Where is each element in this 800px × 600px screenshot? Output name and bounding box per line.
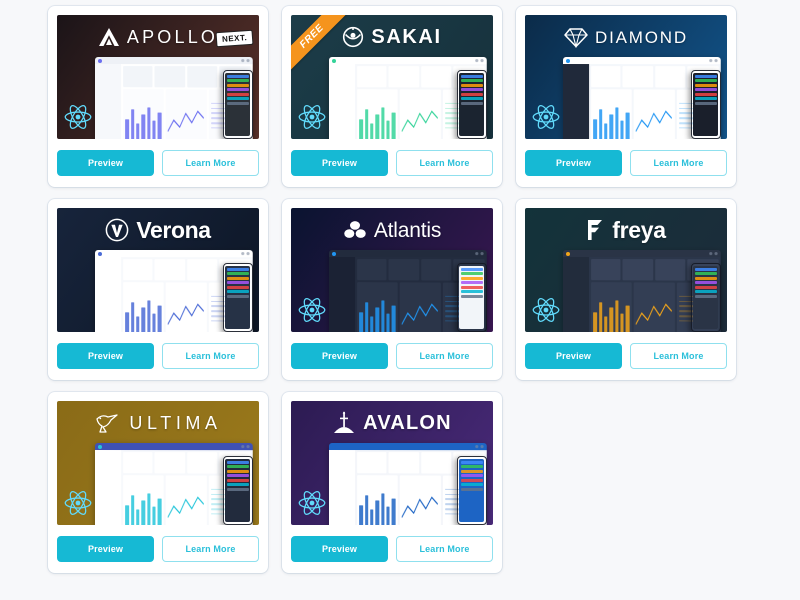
react-logo-icon — [63, 488, 93, 518]
template-card-apollo[interactable]: APOLLO NEXT. Preview Learn More — [48, 6, 268, 187]
phone-screenshot-mock — [457, 70, 487, 139]
template-thumbnail-freya[interactable]: freya — [525, 208, 727, 332]
template-thumbnail-ultima[interactable]: ULTIMA — [57, 401, 259, 525]
learn-more-button[interactable]: Learn More — [396, 343, 493, 369]
template-gallery: APOLLO NEXT. Preview Learn More SAKAI FR… — [0, 0, 800, 573]
template-card-sakai[interactable]: SAKAI FREE Preview Learn More — [282, 6, 502, 187]
learn-more-button[interactable]: Learn More — [630, 343, 727, 369]
template-thumbnail-diamond[interactable]: DIAMOND — [525, 15, 727, 139]
phone-screenshot-mock — [457, 263, 487, 332]
learn-more-button[interactable]: Learn More — [162, 150, 259, 176]
card-actions-apollo: Preview Learn More — [57, 150, 259, 176]
card-actions-verona: Preview Learn More — [57, 343, 259, 369]
phone-screenshot-mock — [691, 263, 721, 332]
template-card-avalon[interactable]: AVALON Preview Learn More — [282, 392, 502, 573]
phone-screenshot-mock — [223, 456, 253, 525]
preview-button[interactable]: Preview — [291, 343, 388, 369]
card-actions-sakai: Preview Learn More — [291, 150, 493, 176]
card-actions-atlantis: Preview Learn More — [291, 343, 493, 369]
phone-screenshot-mock — [223, 70, 253, 139]
preview-button[interactable]: Preview — [57, 343, 154, 369]
phone-screenshot-mock — [691, 70, 721, 139]
learn-more-button[interactable]: Learn More — [162, 343, 259, 369]
preview-button[interactable]: Preview — [525, 150, 622, 176]
template-card-diamond[interactable]: DIAMOND Preview Learn More — [516, 6, 736, 187]
template-card-ultima[interactable]: ULTIMA Preview Learn More — [48, 392, 268, 573]
preview-button[interactable]: Preview — [291, 150, 388, 176]
template-thumbnail-sakai[interactable]: SAKAI FREE — [291, 15, 493, 139]
template-thumbnail-verona[interactable]: Verona — [57, 208, 259, 332]
template-card-verona[interactable]: Verona Preview Learn More — [48, 199, 268, 380]
preview-button[interactable]: Preview — [57, 150, 154, 176]
preview-button[interactable]: Preview — [291, 536, 388, 562]
template-card-atlantis[interactable]: Atlantis Preview Learn More — [282, 199, 502, 380]
react-logo-icon — [531, 295, 561, 325]
template-thumbnail-avalon[interactable]: AVALON — [291, 401, 493, 525]
next-badge: NEXT. — [215, 30, 253, 48]
react-logo-icon — [297, 102, 327, 132]
template-thumbnail-atlantis[interactable]: Atlantis — [291, 208, 493, 332]
preview-button[interactable]: Preview — [57, 536, 154, 562]
learn-more-button[interactable]: Learn More — [162, 536, 259, 562]
react-logo-icon — [297, 488, 327, 518]
react-logo-icon — [63, 102, 93, 132]
card-actions-diamond: Preview Learn More — [525, 150, 727, 176]
learn-more-button[interactable]: Learn More — [630, 150, 727, 176]
phone-screenshot-mock — [457, 456, 487, 525]
preview-button[interactable]: Preview — [525, 343, 622, 369]
react-logo-icon — [531, 102, 561, 132]
card-actions-freya: Preview Learn More — [525, 343, 727, 369]
card-actions-ultima: Preview Learn More — [57, 536, 259, 562]
card-actions-avalon: Preview Learn More — [291, 536, 493, 562]
template-card-freya[interactable]: freya Preview Learn More — [516, 199, 736, 380]
phone-screenshot-mock — [223, 263, 253, 332]
react-logo-icon — [297, 295, 327, 325]
learn-more-button[interactable]: Learn More — [396, 150, 493, 176]
learn-more-button[interactable]: Learn More — [396, 536, 493, 562]
template-thumbnail-apollo[interactable]: APOLLO NEXT. — [57, 15, 259, 139]
